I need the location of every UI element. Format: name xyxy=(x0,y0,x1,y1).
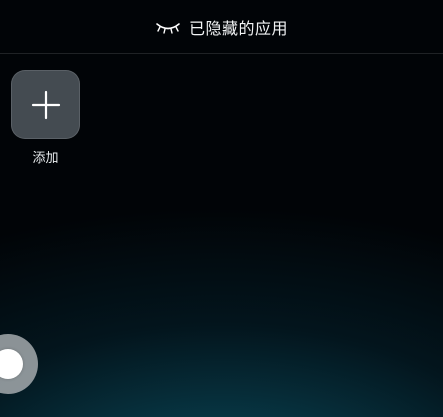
assistive-touch-icon xyxy=(0,349,23,379)
closed-eye-icon xyxy=(156,22,180,34)
page-title: 已隐藏的应用 xyxy=(188,18,288,38)
add-app-button[interactable] xyxy=(11,70,80,139)
header-bar: 已隐藏的应用 xyxy=(0,0,443,54)
add-app-label: 添加 xyxy=(32,151,59,166)
plus-icon xyxy=(31,90,60,119)
assistive-touch-button[interactable] xyxy=(0,334,38,394)
